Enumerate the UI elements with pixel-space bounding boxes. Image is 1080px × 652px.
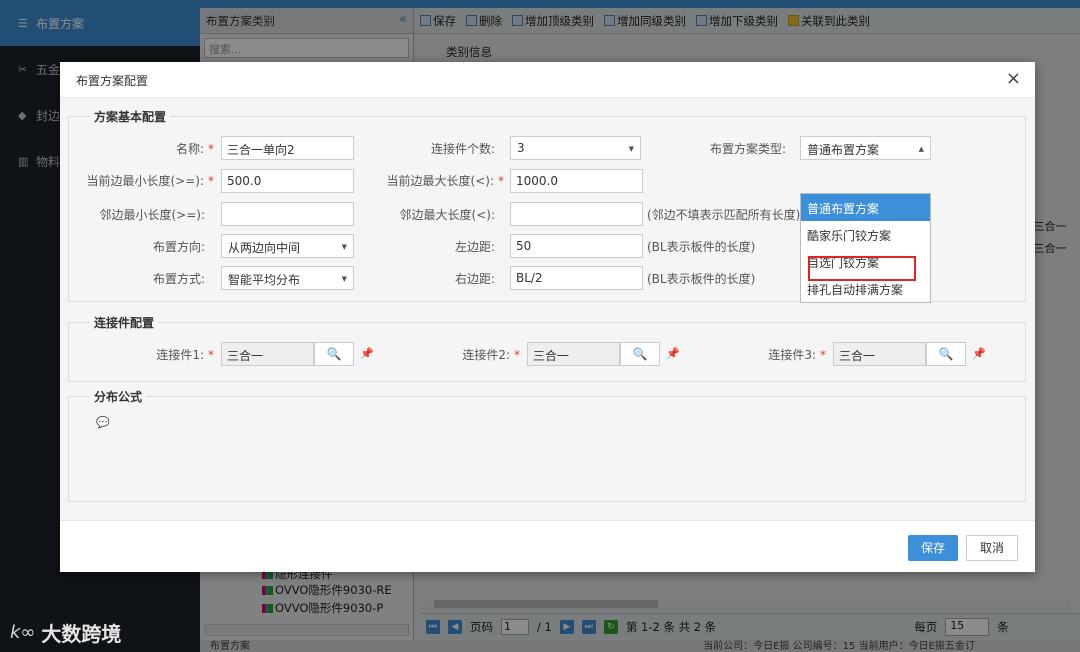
watermark: k∞ 大数跨境 — [10, 618, 121, 647]
layout-type-dropdown: 普通布置方案 酷家乐门铰方案 自选门铰方案 排孔自动排满方案 — [800, 193, 931, 303]
right-margin-label: 右边距: — [454, 272, 495, 286]
connector-count-select[interactable]: 3 ▼ — [510, 136, 641, 160]
adjacent-min-label: 邻边最小长度(>=): — [99, 208, 205, 222]
direction-label: 布置方向: — [152, 240, 205, 254]
watermark-text: 大数跨境 — [41, 622, 122, 646]
name-input[interactable]: 三合一单向2 — [221, 136, 354, 160]
pin-icon[interactable]: 📌 — [666, 347, 680, 360]
layout-type-select[interactable]: 普通布置方案 ▲ — [800, 136, 931, 160]
connector-1-input[interactable]: 三合一 — [221, 342, 314, 366]
dialog-footer: 保存 取消 — [60, 520, 1035, 572]
direction-select[interactable]: 从两边向中间 ▼ — [221, 234, 354, 258]
chevron-down-icon: ▼ — [628, 145, 634, 153]
left-margin-input[interactable]: 50 — [510, 234, 643, 258]
adjacent-max-label: 邻边最大长度(<): — [399, 208, 495, 222]
chevron-up-icon: ▲ — [918, 145, 924, 153]
pin-icon[interactable]: 📌 — [360, 347, 374, 360]
layout-config-dialog: 布置方案配置 × 方案基本配置 名称: * 三合一单向2 连接件个数: 3 ▼ 布置… — [60, 62, 1035, 572]
connector-1-label: 连接件1: * — [156, 348, 214, 362]
max-length-input[interactable]: 1000.0 — [510, 169, 643, 193]
watermark-logo: k∞ — [10, 622, 36, 643]
save-button[interactable]: 保存 — [908, 535, 958, 561]
connector-2-label: 连接件2: * — [462, 348, 520, 362]
right-margin-input[interactable]: BL/2 — [510, 266, 643, 290]
close-icon[interactable]: × — [1006, 69, 1021, 89]
min-length-input[interactable]: 500.0 — [221, 169, 354, 193]
right-margin-hint: (BL表示板件的长度) — [647, 272, 756, 286]
search-icon: 🔍 — [326, 347, 342, 361]
layout-type-label: 布置方案类型: — [709, 142, 786, 156]
left-margin-hint: (BL表示板件的长度) — [647, 240, 756, 254]
name-label: 名称: * — [175, 142, 214, 156]
pin-icon[interactable]: 📌 — [972, 347, 986, 360]
connector-1-search-button[interactable]: 🔍 — [314, 342, 354, 366]
search-icon: 🔍 — [938, 347, 954, 361]
connector-2-search-button[interactable]: 🔍 — [620, 342, 660, 366]
connector-2-input[interactable]: 三合一 — [527, 342, 620, 366]
connector-config-legend: 连接件配置 — [90, 314, 159, 331]
cancel-button[interactable]: 取消 — [966, 535, 1018, 561]
dialog-title: 布置方案配置 — [76, 74, 149, 88]
chevron-down-icon: ▼ — [341, 243, 347, 251]
method-select[interactable]: 智能平均分布 ▼ — [221, 266, 354, 290]
formula-fieldset — [68, 396, 1026, 502]
adjacent-max-input[interactable] — [510, 202, 643, 226]
connector-3-input[interactable]: 三合一 — [833, 342, 926, 366]
dialog-header: 布置方案配置 × — [60, 62, 1035, 98]
search-icon: 🔍 — [632, 347, 648, 361]
adjacent-min-input[interactable] — [221, 202, 354, 226]
comment-icon[interactable]: 💬 — [96, 416, 110, 429]
min-length-label: 当前边最小长度(>=): * — [86, 174, 214, 188]
left-margin-label: 左边距: — [454, 240, 495, 254]
method-label: 布置方式: — [152, 272, 205, 286]
max-length-label: 当前边最大长度(<): * — [386, 174, 504, 188]
dropdown-option[interactable]: 普通布置方案 — [801, 194, 930, 221]
formula-legend: 分布公式 — [90, 388, 147, 405]
dropdown-option[interactable]: 酷家乐门铰方案 — [801, 221, 930, 248]
highlight-box — [808, 256, 916, 281]
connector-3-label: 连接件3: * — [768, 348, 826, 362]
basic-config-legend: 方案基本配置 — [90, 108, 171, 125]
dialog-body: 方案基本配置 名称: * 三合一单向2 连接件个数: 3 ▼ 布置方案类型: 普通布… — [60, 98, 1035, 520]
adjacent-hint: (邻边不填表示匹配所有长度) — [647, 208, 801, 222]
connector-3-search-button[interactable]: 🔍 — [926, 342, 966, 366]
connector-count-label: 连接件个数: — [430, 142, 495, 156]
chevron-down-icon: ▼ — [341, 275, 347, 283]
